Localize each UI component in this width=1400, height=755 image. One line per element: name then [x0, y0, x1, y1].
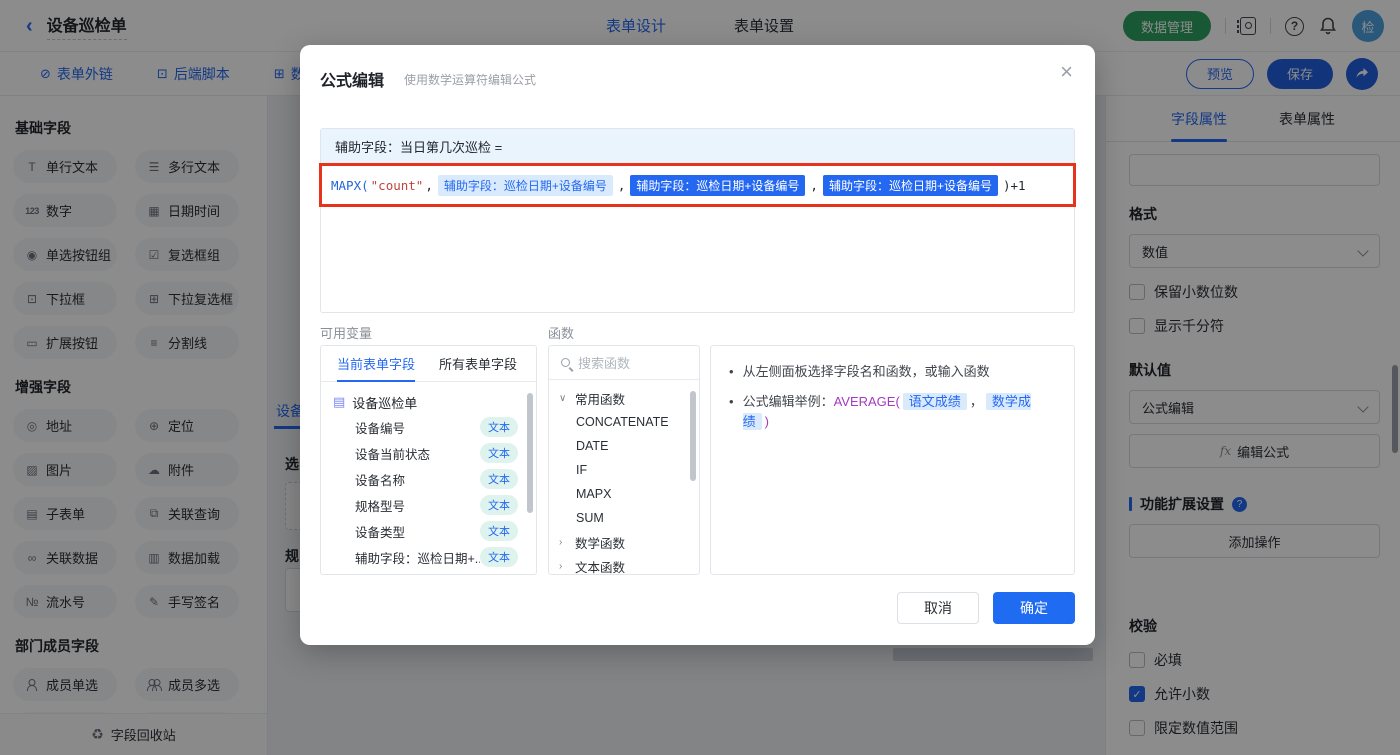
variable-field-设备编号[interactable]: 设备编号 文本 — [333, 414, 526, 440]
formula-token: , — [425, 178, 433, 193]
help-example-separator: ， — [970, 394, 983, 409]
help-example-function-close: ) — [765, 414, 769, 429]
variable-field-name: 设备名称 — [355, 470, 405, 489]
functions-panel: 搜索函数 ∨常用函数CONCATENATEDATEIFMAPXSUM›数学函数›… — [548, 345, 700, 575]
field-type-badge: 文本 — [480, 443, 518, 463]
modal-footer: 取消 确定 — [897, 592, 1075, 624]
search-icon — [561, 358, 570, 367]
close-icon[interactable]: × — [1060, 61, 1073, 83]
caret-down-icon: ∨ — [559, 393, 569, 404]
variable-field-name: 设备编号 — [355, 418, 405, 437]
variable-field-规格型号[interactable]: 规格型号 文本 — [333, 492, 526, 518]
function-search[interactable]: 搜索函数 — [549, 346, 699, 380]
function-search-placeholder: 搜索函数 — [578, 353, 630, 372]
function-item-SUM[interactable]: SUM — [559, 506, 691, 530]
function-item-IF[interactable]: IF — [559, 458, 691, 482]
function-group-label: 文本函数 — [575, 557, 625, 576]
function-item-DATE[interactable]: DATE — [559, 434, 691, 458]
variable-field-设备名称[interactable]: 设备名称 文本 — [333, 466, 526, 492]
variable-field-设备类型[interactable]: 设备类型 文本 — [333, 518, 526, 544]
help-tip-text: 从左侧面板选择字段名和函数，或输入函数 — [743, 362, 990, 382]
function-item-MAPX[interactable]: MAPX — [559, 482, 691, 506]
function-group-label: 常用函数 — [575, 389, 625, 408]
formula-editor: 辅助字段：当日第几次巡检 = MAPX("count", 辅助字段：巡检日期+设备… — [320, 128, 1075, 313]
function-group-数学函数[interactable]: › 数学函数 — [559, 530, 691, 554]
modal-subtitle: 使用数学运算符编辑公式 — [404, 71, 536, 88]
variable-field-name: 设备类型 — [355, 522, 405, 541]
function-group-label: 数学函数 — [575, 533, 625, 552]
formula-editor-modal: 公式编辑 使用数学运算符编辑公式 × 辅助字段：当日第几次巡检 = MAPX("… — [300, 45, 1095, 645]
caret-right-icon: › — [559, 537, 569, 548]
variables-tab-所有表单字段[interactable]: 所有表单字段 — [439, 346, 517, 382]
help-example-text: 公式编辑举例：AVERAGE(语文成绩，数学成绩) — [743, 392, 1056, 432]
variables-tree: ▤设备巡检单设备编号文本设备当前状态文本设备名称文本规格型号文本设备类型文本辅助… — [321, 382, 536, 570]
field-type-badge: 文本 — [480, 547, 518, 567]
caret-right-icon: › — [559, 561, 569, 572]
variable-field-name: 规格型号 — [355, 496, 405, 515]
confirm-button[interactable]: 确定 — [993, 592, 1075, 624]
bullet-icon: • — [729, 392, 734, 412]
formula-token: MAPX( — [331, 178, 369, 193]
variable-field-name: 设备当前状态 — [355, 444, 430, 463]
formula-field-chip[interactable]: 辅助字段：巡检日期+设备编号 — [438, 175, 613, 196]
variables-section-label: 可用变量 — [320, 323, 372, 342]
variables-root-form[interactable]: ▤ 设备巡检单 — [333, 390, 526, 414]
function-item-CONCATENATE[interactable]: CONCATENATE — [559, 410, 691, 434]
variables-panel: 当前表单字段所有表单字段 ▤设备巡检单设备编号文本设备当前状态文本设备名称文本规… — [320, 345, 537, 575]
formula-help-panel: • 从左侧面板选择字段名和函数，或输入函数 • 公式编辑举例：AVERAGE(语文成绩… — [710, 345, 1075, 575]
formula-input-line[interactable]: MAPX("count", 辅助字段：巡检日期+设备编号, 辅助字段：巡检日期+设备… — [319, 163, 1076, 207]
form-doc-icon: ▤ — [333, 394, 345, 410]
variable-field-name: 辅助字段：巡检日期+... — [355, 548, 480, 567]
bullet-icon: • — [729, 362, 734, 382]
variables-root-label: 设备巡检单 — [352, 393, 417, 412]
formula-assignment: 辅助字段：当日第几次巡检 = — [321, 129, 1074, 164]
field-type-badge: 文本 — [480, 495, 518, 515]
help-tip: • 从左侧面板选择字段名和函数，或输入函数 — [729, 362, 1056, 382]
variables-scrollbar[interactable] — [527, 393, 533, 513]
variable-field-辅助字段：巡检日期+...[interactable]: 辅助字段：巡检日期+...文本 — [333, 544, 526, 570]
formula-token: "count" — [371, 178, 424, 193]
functions-section-label: 函数 — [548, 323, 574, 342]
modal-title: 公式编辑 — [320, 67, 384, 91]
help-example-function: AVERAGE( — [834, 394, 900, 409]
formula-token: , — [810, 178, 818, 193]
field-type-badge: 文本 — [480, 469, 518, 489]
help-example-prefix: 公式编辑举例： — [743, 394, 834, 409]
help-example: • 公式编辑举例：AVERAGE(语文成绩，数学成绩) — [729, 392, 1056, 432]
function-group-文本函数[interactable]: › 文本函数 — [559, 554, 691, 575]
help-example-field-chip: 语文成绩 — [903, 393, 967, 410]
function-group-常用函数[interactable]: ∨ 常用函数 — [559, 386, 691, 410]
app-root: ‹ 设备巡检单 表单设计表单设置 数据管理 ? 检 ⊘表单外链⊡后端脚本⊞数据权… — [0, 0, 1400, 755]
function-list: ∨ 常用函数 CONCATENATEDATEIFMAPXSUM › 数学函数 › 文本函数 — [549, 380, 699, 575]
field-type-badge: 文本 — [480, 417, 518, 437]
formula-token: , — [618, 178, 626, 193]
functions-scrollbar[interactable] — [690, 391, 696, 481]
variables-tabs: 当前表单字段所有表单字段 — [321, 346, 536, 382]
formula-field-chip[interactable]: 辅助字段：巡检日期+设备编号 — [823, 175, 998, 196]
formula-token: )+1 — [1003, 178, 1026, 193]
variable-field-设备当前状态[interactable]: 设备当前状态 文本 — [333, 440, 526, 466]
field-type-badge: 文本 — [480, 521, 518, 541]
variables-tab-当前表单字段[interactable]: 当前表单字段 — [337, 346, 415, 382]
cancel-button[interactable]: 取消 — [897, 592, 979, 624]
formula-field-chip[interactable]: 辅助字段：巡检日期+设备编号 — [630, 175, 805, 196]
